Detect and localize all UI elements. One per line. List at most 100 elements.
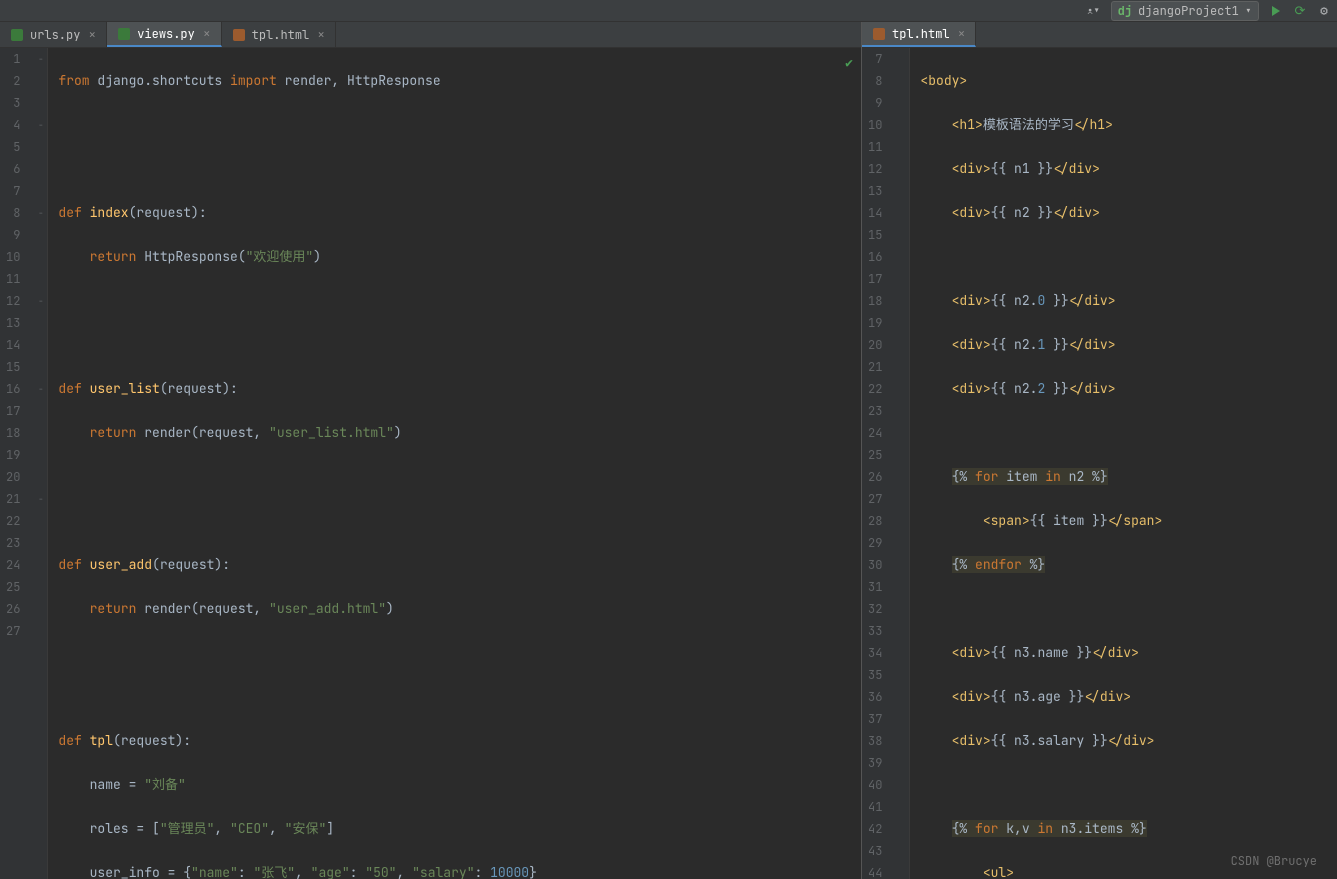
fold-handle[interactable] [34, 158, 47, 180]
fold-handle[interactable] [896, 510, 909, 532]
fold-handle[interactable] [34, 180, 47, 202]
line-number: 16 [868, 246, 882, 268]
fold-handle[interactable] [896, 422, 909, 444]
tab-tpl-html[interactable]: tpl.html × [222, 22, 336, 47]
fold-handle[interactable] [896, 774, 909, 796]
fold-handle[interactable]: − [34, 202, 47, 224]
fold-handle[interactable] [896, 664, 909, 686]
settings-icon[interactable]: ⚙ [1317, 4, 1331, 18]
line-gutter: 7891011121314151617181920212223242526272… [862, 48, 896, 879]
fold-handle[interactable]: − [34, 114, 47, 136]
fold-handle[interactable] [34, 620, 47, 642]
fold-handle[interactable] [896, 312, 909, 334]
close-icon[interactable]: × [88, 26, 96, 43]
fold-handle[interactable] [896, 224, 909, 246]
line-number: 38 [868, 730, 882, 752]
fold-handle[interactable]: − [34, 290, 47, 312]
fold-handle[interactable] [896, 730, 909, 752]
line-number: 10 [868, 114, 882, 136]
fold-handle[interactable] [34, 422, 47, 444]
close-icon[interactable]: × [317, 26, 325, 43]
fold-handle[interactable] [34, 246, 47, 268]
fold-handle[interactable]: − [34, 378, 47, 400]
fold-handle[interactable] [896, 114, 909, 136]
fold-handle[interactable] [896, 620, 909, 642]
fold-handle[interactable] [896, 246, 909, 268]
fold-handle[interactable] [896, 202, 909, 224]
fold-handle[interactable] [896, 290, 909, 312]
fold-handle[interactable] [896, 862, 909, 879]
fold-handle[interactable] [34, 598, 47, 620]
line-number: 6 [6, 158, 20, 180]
fold-handle[interactable] [896, 444, 909, 466]
fold-handle[interactable] [896, 136, 909, 158]
tab-label: tpl.html [892, 26, 950, 42]
fold-handle[interactable] [896, 356, 909, 378]
fold-handle[interactable] [896, 268, 909, 290]
fold-handle[interactable] [896, 554, 909, 576]
run-icon[interactable] [1269, 4, 1283, 18]
fold-handle[interactable] [34, 466, 47, 488]
fold-handle[interactable] [34, 268, 47, 290]
fold-handle[interactable] [896, 334, 909, 356]
fold-handle[interactable] [896, 796, 909, 818]
editor-pane-right: tpl.html × 78910111213141516171819202122… [862, 22, 1337, 879]
fold-handle[interactable] [896, 752, 909, 774]
fold-handle[interactable] [34, 136, 47, 158]
line-number: 23 [6, 532, 20, 554]
tab-urls-py[interactable]: urls.py × [0, 22, 107, 47]
fold-handle[interactable] [896, 488, 909, 510]
fold-handle[interactable] [34, 92, 47, 114]
line-number: 35 [868, 664, 882, 686]
fold-handle[interactable] [896, 48, 909, 70]
fold-handle[interactable] [896, 686, 909, 708]
tab-tpl-html-right[interactable]: tpl.html × [862, 22, 976, 47]
fold-handle[interactable] [34, 70, 47, 92]
line-number: 39 [868, 752, 882, 774]
fold-handle[interactable] [896, 400, 909, 422]
editor-left[interactable]: ✔ 12345678910111213141516171819202122232… [0, 48, 861, 879]
fold-handle[interactable] [34, 510, 47, 532]
editor-pane-left: urls.py × views.py × tpl.html × ✔ 123456… [0, 22, 862, 879]
fold-handle[interactable] [896, 378, 909, 400]
fold-handle[interactable] [896, 840, 909, 862]
line-number: 32 [868, 598, 882, 620]
fold-handle[interactable] [896, 598, 909, 620]
code-area-right[interactable]: <body> <h1>模板语法的学习</h1> <div>{{ n1 }}</d… [910, 48, 1337, 879]
fold-handle[interactable] [34, 554, 47, 576]
fold-handle[interactable] [896, 180, 909, 202]
fold-handle[interactable] [896, 70, 909, 92]
fold-handle[interactable]: − [34, 488, 47, 510]
fold-handle[interactable] [896, 642, 909, 664]
close-icon[interactable]: × [958, 25, 966, 42]
code-area-left[interactable]: from django.shortcuts import render, Htt… [48, 48, 861, 879]
fold-handle[interactable] [896, 92, 909, 114]
fold-handle[interactable] [896, 818, 909, 840]
chevron-down-icon: ▾ [1245, 3, 1252, 19]
line-number: 18 [868, 290, 882, 312]
fold-handle[interactable] [34, 444, 47, 466]
split-editor: urls.py × views.py × tpl.html × ✔ 123456… [0, 22, 1337, 879]
tab-views-py[interactable]: views.py × [107, 22, 221, 47]
fold-handle[interactable] [896, 532, 909, 554]
fold-handle[interactable] [34, 532, 47, 554]
fold-handle[interactable] [34, 224, 47, 246]
editor-right[interactable]: 7891011121314151617181920212223242526272… [862, 48, 1337, 879]
fold-handle[interactable] [896, 708, 909, 730]
fold-handle[interactable] [896, 466, 909, 488]
fold-handle[interactable] [34, 312, 47, 334]
fold-handle[interactable] [34, 334, 47, 356]
fold-handle[interactable] [896, 158, 909, 180]
project-selector[interactable]: dj djangoProject1 ▾ [1111, 1, 1259, 21]
reload-icon[interactable]: ⟳ [1293, 4, 1307, 18]
user-menu-icon[interactable]: ▾ [1087, 4, 1101, 18]
line-number: 36 [868, 686, 882, 708]
line-number: 29 [868, 532, 882, 554]
fold-handle[interactable] [34, 576, 47, 598]
line-number: 7 [6, 180, 20, 202]
fold-handle[interactable] [896, 576, 909, 598]
close-icon[interactable]: × [203, 25, 211, 42]
fold-handle[interactable]: − [34, 48, 47, 70]
fold-handle[interactable] [34, 400, 47, 422]
fold-handle[interactable] [34, 356, 47, 378]
